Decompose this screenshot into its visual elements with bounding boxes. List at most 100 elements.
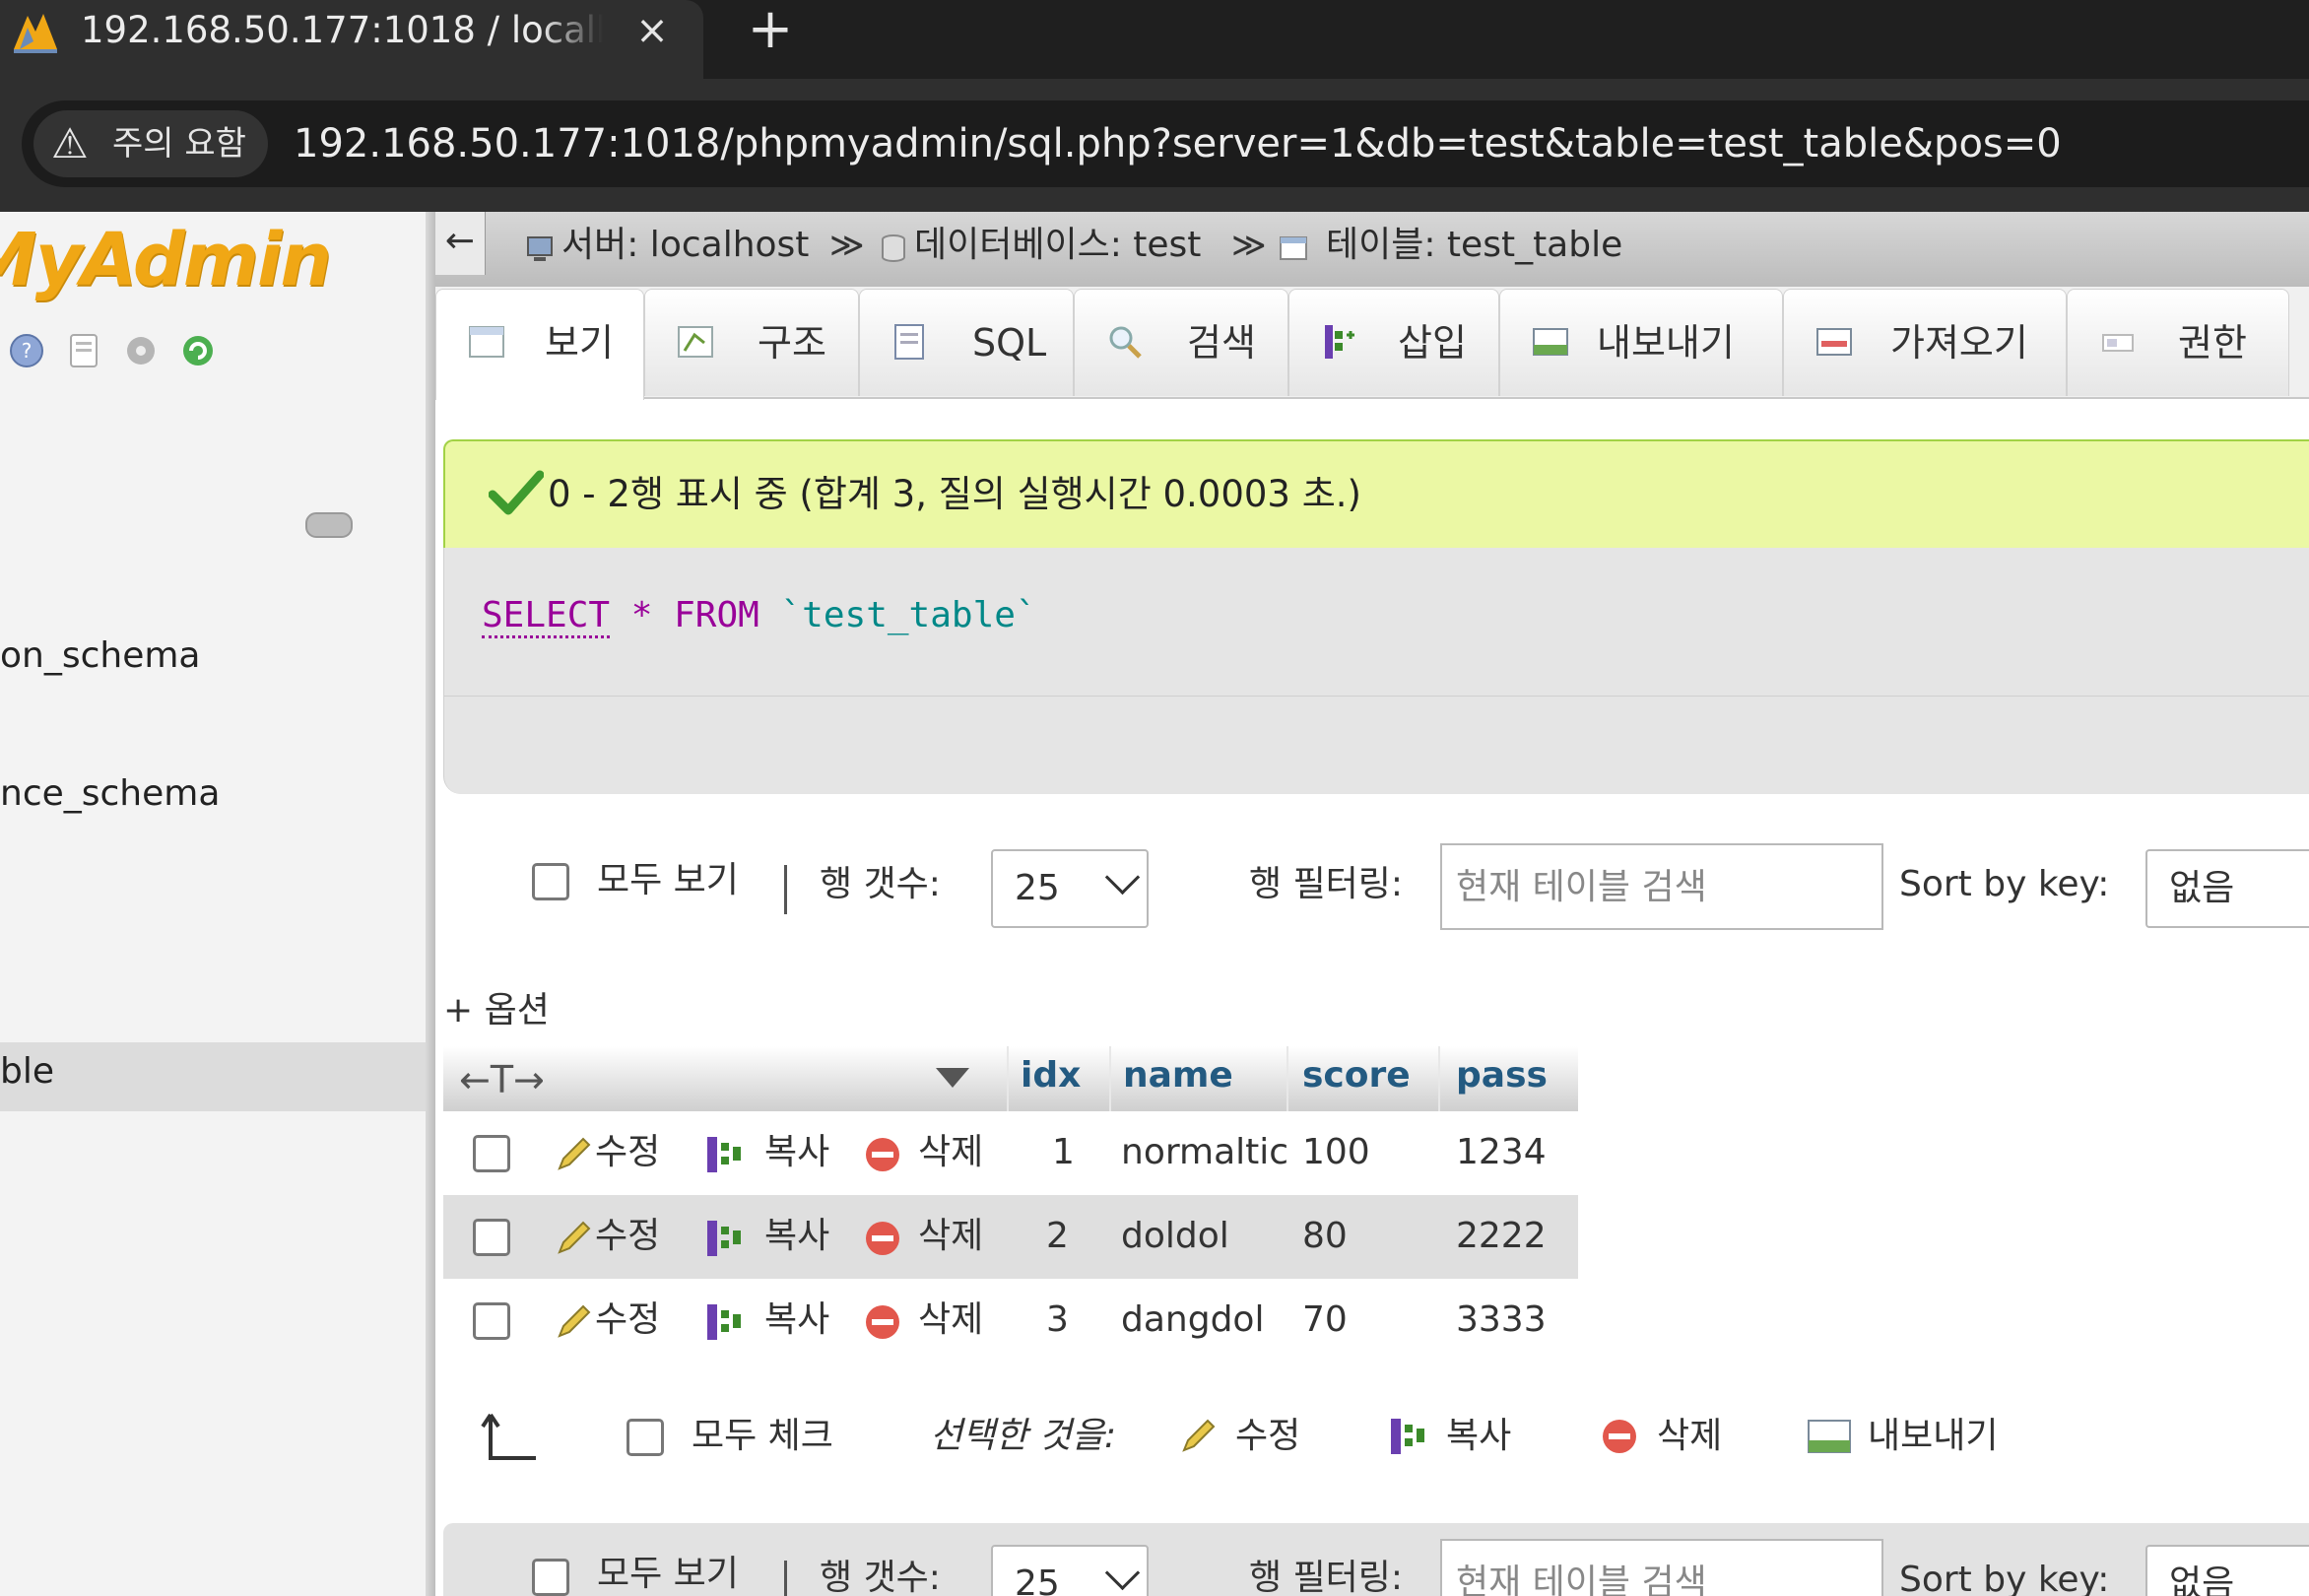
sql-keyword-select[interactable]: SELECT [482,595,611,638]
copy-icon [707,1304,741,1340]
column-header-pass[interactable]: pass [1456,1046,1548,1111]
column-header-score[interactable]: score [1302,1046,1411,1111]
home-icon[interactable]: ? [8,332,45,369]
bulk-delete-button[interactable]: 삭제 [1657,1409,1722,1464]
sort-by-key-select[interactable]: 없음 [2145,1545,2309,1596]
tab-import[interactable]: 가져오기 [1783,289,2067,396]
search-icon [1109,326,1142,359]
tab-search[interactable]: 검색 [1074,289,1288,396]
bulk-copy-button[interactable]: 복사 [1446,1409,1511,1464]
pencil-icon [558,1137,591,1170]
rows-select[interactable]: 25 [991,849,1149,928]
tab-export[interactable]: 내보내기 [1499,289,1783,396]
breadcrumb-database[interactable]: 데이터베이스: test [914,220,1201,271]
row-checkbox[interactable] [473,1219,510,1256]
browse-icon [469,326,504,358]
breadcrumb-table[interactable]: 테이블: test_table [1326,220,1622,271]
show-all-checkbox[interactable] [532,1559,569,1596]
tab-close-icon[interactable]: × [632,4,672,57]
address-bar: ⚠ 주의 요함 192.168.50.177:1018/phpmyadmin/s… [0,79,2309,212]
new-tab-button[interactable]: + [741,2,800,57]
gear-icon[interactable] [122,332,160,369]
show-all-label[interactable]: 모두 보기 [597,1547,739,1596]
delete-row-link[interactable]: 삭제 [918,1125,983,1180]
check-all-checkbox[interactable] [627,1419,664,1456]
sql-keyword-from: FROM [674,595,759,635]
copy-row-link[interactable]: 복사 [764,1293,829,1348]
copy-row-link[interactable]: 복사 [764,1125,829,1180]
rows-select[interactable]: 25 [991,1545,1149,1596]
row-filter-field[interactable] [1440,843,1883,930]
with-selected-label: 선택한 것을: [930,1416,1117,1456]
check-all-label[interactable]: 모두 체크 [692,1409,833,1464]
column-header-name[interactable]: name [1123,1046,1233,1111]
navigation-row-bottom: 모두 보기 행 갯수: 25 행 필터링: Sort by key: 없음 [443,1531,2309,1596]
row-checkbox[interactable] [473,1135,510,1172]
row-filter-input[interactable] [1442,845,1881,928]
link-icon[interactable] [305,512,353,538]
cell-idx: 1 [1052,1132,1075,1172]
rows-label: 행 갯수: [820,864,941,904]
collapse-nav-button[interactable]: ← [435,212,486,275]
column-resize-arrows[interactable]: ←T→ [459,1052,545,1107]
edit-row-link[interactable]: 수정 [595,1125,660,1180]
sidebar-db-performance-schema[interactable]: nce_schema [0,773,220,814]
cell-name: dangdol [1121,1299,1265,1340]
copy-icon [707,1137,741,1172]
row-checkbox[interactable] [473,1302,510,1340]
browser-tab[interactable]: 192.168.50.177:1018 / localhost × [0,0,703,79]
cell-pass: 1234 [1456,1132,1547,1172]
breadcrumb-separator: ≫ [1231,226,1267,265]
row-filter-label: 행 필터링: [1249,1558,1404,1596]
sql-star: * [630,595,653,635]
edit-row-link[interactable]: 수정 [595,1293,660,1348]
navigation-row-top: 모두 보기 행 갯수: 25 행 필터링: Sort by key: 없음 [443,837,2309,936]
phpmyadmin-logo[interactable]: MyAdmin [0,218,332,302]
arrow-up-left-icon [481,1413,536,1460]
sql-query-links [444,696,2309,795]
show-all-checkbox[interactable] [532,863,569,900]
url-text[interactable]: 192.168.50.177:1018/phpmyadmin/sql.php?s… [294,116,2062,171]
show-all-label[interactable]: 모두 보기 [597,853,739,908]
phpmyadmin-favicon-icon [14,14,57,53]
browser-tab-bar: 192.168.50.177:1018 / localhost × + [0,0,2309,79]
sql-table-name: `test_table` [780,595,1037,635]
row-filter-input[interactable] [1442,1541,1881,1596]
warning-icon: ⚠ [51,119,89,167]
security-indicator[interactable]: ⚠ 주의 요함 [33,110,268,177]
tab-privileges[interactable]: 권한 [2067,289,2289,396]
docs-icon[interactable] [65,332,102,369]
success-message: 0 - 2행 표시 중 (합계 3, 질의 실행시간 0.0003 초.) [443,439,2309,552]
sort-dropdown-icon[interactable] [936,1068,969,1088]
navigation-resizer[interactable] [426,212,435,1596]
rows-select-value: 25 [1015,868,1060,908]
sort-by-key-select[interactable]: 없음 [2145,849,2309,928]
structure-icon [678,326,713,358]
tab-browse[interactable]: 보기 [435,289,644,400]
tab-label: SQL [972,321,1047,365]
delete-icon [866,1305,899,1339]
tab-structure[interactable]: 구조 [644,289,859,396]
chevron-down-icon [1104,1555,1141,1591]
separator [784,865,787,914]
reload-icon[interactable] [179,332,217,369]
tab-insert[interactable]: 삽입 [1288,289,1499,396]
sidebar-table-test-table[interactable]: ble [0,1051,54,1092]
database-icon [882,234,905,262]
row-filter-field[interactable] [1440,1539,1883,1596]
sort-by-key-label: Sort by key: [1899,864,2110,904]
sort-by-key-value: 없음 [2169,868,2235,908]
bulk-export-button[interactable]: 내보내기 [1868,1409,1998,1464]
delete-row-link[interactable]: 삭제 [918,1209,983,1264]
sidebar-db-information-schema[interactable]: on_schema [0,635,200,676]
separator [784,1561,787,1596]
delete-row-link[interactable]: 삭제 [918,1293,983,1348]
copy-row-link[interactable]: 복사 [764,1209,829,1264]
tab-sql[interactable]: SQL [859,289,1074,396]
omnibox[interactable]: ⚠ 주의 요함 192.168.50.177:1018/phpmyadmin/s… [22,100,2309,187]
breadcrumb-server[interactable]: 서버: localhost [561,220,809,271]
bulk-edit-button[interactable]: 수정 [1235,1409,1300,1464]
sql-query-text[interactable]: SELECT * FROM `test_table` [482,591,1037,640]
edit-row-link[interactable]: 수정 [595,1209,660,1264]
options-link[interactable]: + 옵션 [443,983,550,1038]
